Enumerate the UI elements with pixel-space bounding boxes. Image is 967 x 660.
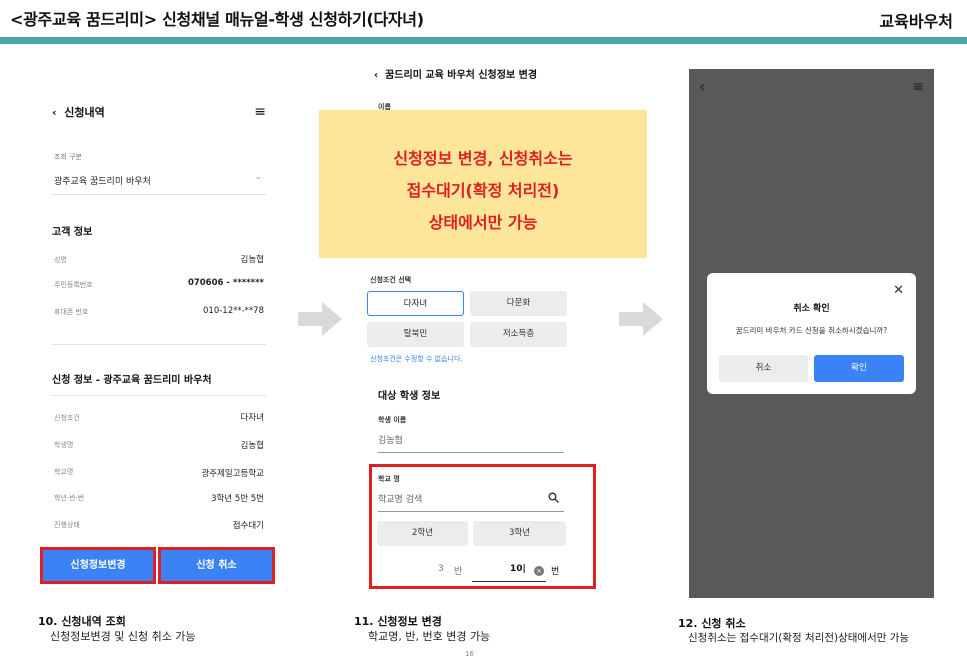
header-tag: 교육바우처 <box>879 12 953 31</box>
page-number: 16 <box>465 650 474 658</box>
caption-title: 11. 신청정보 변경 <box>354 615 442 628</box>
student-name-label: 학생 이름 <box>378 416 407 424</box>
page-title: <광주교육 꿈드리미> 신청채널 매뉴얼-학생 신청하기(다자녀) <box>10 10 424 29</box>
row-label: 성명 <box>54 256 67 264</box>
chip-low-income[interactable]: 저소득층 <box>470 322 567 347</box>
student-name-field[interactable]: 김농협 <box>378 433 403 446</box>
row-value: 김농협 <box>240 255 264 265</box>
header-divider <box>0 37 967 44</box>
highlight-frame <box>369 464 596 589</box>
notice-line: 신청정보 변경, 신청취소는 <box>393 149 573 168</box>
row-label: 주민등록번호 <box>54 281 93 289</box>
chevron-down-icon[interactable]: ⌄ <box>254 172 262 182</box>
caption-title: 12. 신청 취소 <box>678 617 746 630</box>
row-value: 김농협 <box>240 441 264 451</box>
nav-title: 신청내역 <box>64 106 105 119</box>
change-info-button[interactable]: 신청정보변경 <box>43 550 153 581</box>
dialog-confirm-button[interactable]: 확인 <box>814 355 904 382</box>
close-icon[interactable]: ✕ <box>893 283 904 298</box>
back-icon[interactable]: ‹ <box>699 77 705 96</box>
screen-cancel-confirm: ‹ ≡ ✕ 취소 확인 꿈드리미 바우처 카드 신청을 취소하시겠습니까? 취소… <box>689 69 934 598</box>
row-label: 신청조건 <box>54 414 80 422</box>
dialog-title: 취소 확인 <box>793 304 830 314</box>
notice-line: 접수대기(확정 처리전) <box>406 181 560 200</box>
caption-subtitle: 신청취소는 접수대기(확정 처리전)상태에서만 가능 <box>688 632 910 644</box>
dialog-message: 꿈드리미 바우처 카드 신청을 취소하시겠습니까? <box>735 326 888 335</box>
caption-subtitle: 신청정보변경 및 신청 취소 가능 <box>50 630 196 643</box>
nav-title: 꿈드리미 교육 바우처 신청정보 변경 <box>385 70 538 81</box>
query-select[interactable]: 광주교육 꿈드리미 바우처 <box>54 174 151 187</box>
notice-banner: 신청정보 변경, 신청취소는 접수대기(확정 처리전) 상태에서만 가능 <box>319 110 647 258</box>
caption-subtitle: 학교명, 반, 번호 변경 가능 <box>368 630 491 643</box>
cancel-apply-button[interactable]: 신청 취소 <box>161 550 272 581</box>
row-label: 진행상태 <box>54 521 80 529</box>
query-label: 조회 구분 <box>54 153 82 161</box>
row-label: 학생명 <box>54 441 74 449</box>
row-label: 휴대폰 번호 <box>54 308 89 316</box>
caption-title: 10. 신청내역 조회 <box>38 615 126 628</box>
confirm-dialog: ✕ 취소 확인 꿈드리미 바우처 카드 신청을 취소하시겠습니까? 취소 확인 <box>707 273 916 394</box>
next-arrow-icon <box>298 302 342 336</box>
row-value: 광주제일고등학교 <box>201 469 264 479</box>
row-value: 접수대기 <box>232 521 264 531</box>
hamburger-icon[interactable]: ≡ <box>912 79 924 95</box>
row-value: 다자녀 <box>240 413 264 423</box>
dialog-cancel-button[interactable]: 취소 <box>719 355 808 382</box>
next-arrow-icon <box>619 302 663 336</box>
condition-note: 신청조건은 수정할 수 없습니다. <box>370 355 463 363</box>
chip-multi-child[interactable]: 다자녀 <box>367 291 464 316</box>
row-label: 학교명 <box>54 468 74 476</box>
chip-multicultural[interactable]: 다문화 <box>470 291 567 316</box>
student-section-title: 대상 학생 정보 <box>378 391 441 402</box>
condition-label: 신청조건 선택 <box>370 276 412 284</box>
row-value: 070606 - ******* <box>187 278 264 288</box>
back-nav[interactable]: ‹ 꿈드리미 교육 바우처 신청정보 변경 <box>374 66 537 81</box>
back-nav[interactable]: ‹ 신청내역 <box>52 104 105 120</box>
screen-apply-history: ‹ 신청내역 ≡ 조회 구분 광주교육 꿈드리미 바우처 ⌄ 고객 정보 성명 … <box>36 90 284 590</box>
row-value: 3학년 5반 5번 <box>211 494 264 504</box>
customer-section-title: 고객 정보 <box>52 227 93 238</box>
row-value: 010-12**-**78 <box>203 306 264 316</box>
chip-defector[interactable]: 탈북민 <box>367 322 464 347</box>
apply-section-title: 신청 정보 - 광주교육 꿈드리미 바우처 <box>52 375 212 386</box>
notice-line: 상태에서만 가능 <box>428 213 538 232</box>
hamburger-icon[interactable]: ≡ <box>254 104 266 120</box>
row-label: 학년·반·번 <box>54 494 85 502</box>
